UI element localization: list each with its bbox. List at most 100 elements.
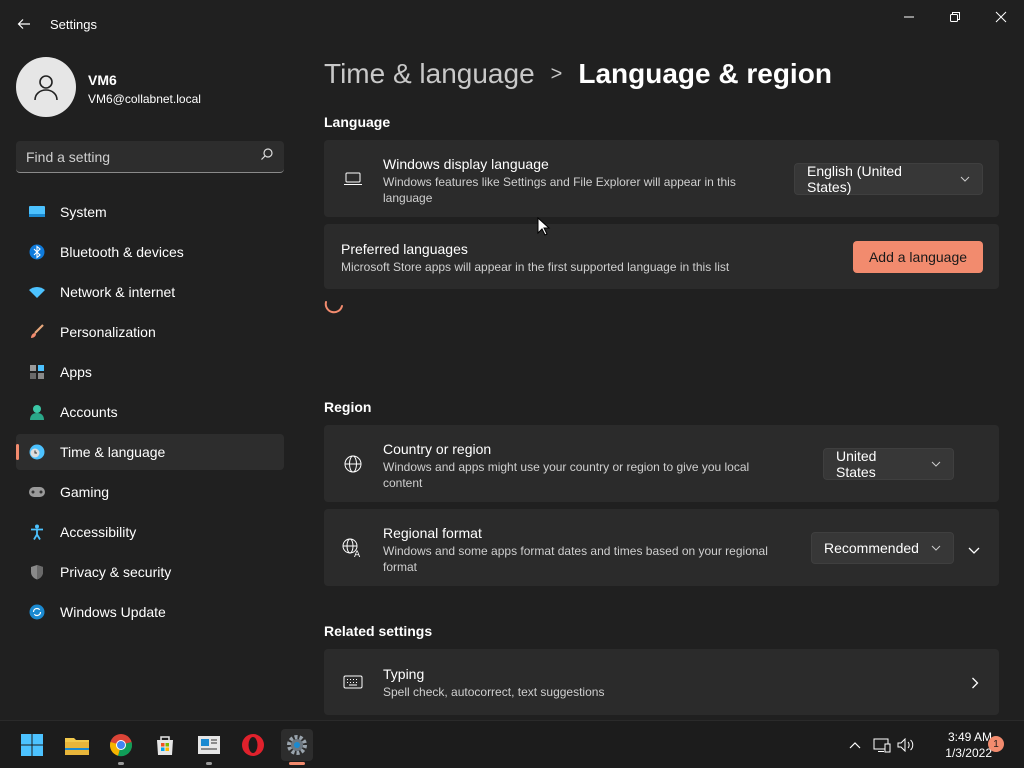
start-icon[interactable] [16,729,48,761]
sidebar-item-accessibility[interactable]: Accessibility [16,514,284,550]
running-indicator [118,762,124,765]
chevron-right-icon [971,676,979,694]
regional-format-card[interactable]: A Regional format Windows and some apps … [324,509,999,586]
sidebar-item-label: Accessibility [60,524,137,540]
update-icon [28,603,46,621]
typing-title: Typing [383,666,425,682]
chevron-down-icon [931,545,941,551]
sidebar-item-privacy[interactable]: Privacy & security [16,554,284,590]
keyboard-icon [342,671,364,693]
loading-spinner-icon [324,301,343,314]
wifi-icon [28,283,46,301]
system-icon [28,203,46,221]
sidebar-item-label: Network & internet [60,284,176,300]
avatar[interactable] [16,57,76,117]
sidebar-item-label: Accounts [60,404,118,420]
sidebar-item-system[interactable]: System [16,194,284,230]
chevron-down-icon [960,176,970,182]
sidebar-item-label: Apps [60,364,92,380]
search-input[interactable] [26,148,260,165]
taskbar: 3:49 AM 1/3/2022 [0,720,1024,768]
typing-description: Spell check, autocorrect, text suggestio… [383,685,605,699]
title-bar: Settings [0,0,1024,48]
opera-icon[interactable] [237,729,269,761]
sidebar-item-personalization[interactable]: Personalization [16,314,284,350]
sidebar-item-apps[interactable]: Apps [16,354,284,390]
chevron-up-icon[interactable] [845,735,865,755]
display-language-card: Windows display language Windows feature… [324,140,999,217]
search-box[interactable] [16,141,284,173]
sidebar-item-bluetooth[interactable]: Bluetooth & devices [16,234,284,270]
sidebar-item-label: Gaming [60,484,110,500]
mouse-cursor-icon [537,217,551,236]
display-language-title: Windows display language [383,156,549,172]
sidebar-item-label: Windows Update [60,604,166,620]
typing-card[interactable]: Typing Spell check, autocorrect, text su… [324,649,999,715]
apps-icon [28,363,46,381]
shield-icon [28,563,46,581]
section-title-region: Region [324,399,372,415]
person-icon [34,75,58,101]
store-icon[interactable] [149,729,181,761]
add-language-button[interactable]: Add a language [853,241,983,273]
clock-time: 3:49 AM [947,730,992,744]
clock-date: 1/3/2022 [945,746,992,760]
regional-format-value: Recommended [824,540,919,556]
active-indicator [289,762,305,765]
bluetooth-icon [28,243,46,261]
sidebar-item-label: Time & language [60,444,166,460]
chrome-icon[interactable] [105,729,137,765]
sidebar-item-time-language[interactable]: Time & language [16,434,284,470]
regional-format-dropdown[interactable]: Recommended [811,532,954,564]
clock-globe-icon [28,443,46,461]
preferred-languages-title: Preferred languages [341,241,468,257]
notification-badge[interactable]: 1 [988,736,1004,752]
expand-chevron-icon[interactable] [968,542,980,560]
display-language-dropdown[interactable]: English (United States) [794,163,983,195]
breadcrumb-parent[interactable]: Time & language [324,58,535,90]
brush-icon [28,323,46,341]
display-language-value: English (United States) [807,163,902,195]
news-icon[interactable] [193,729,225,765]
close-icon[interactable] [990,8,1012,26]
volume-icon[interactable] [896,735,916,755]
profile-name: VM6 [88,72,117,88]
sidebar-item-label: Personalization [60,324,156,340]
regional-format-description: Windows and some apps format dates and t… [383,544,768,574]
chevron-down-icon [931,461,941,467]
sidebar-item-gaming[interactable]: Gaming [16,474,284,510]
file-explorer-icon[interactable] [61,729,93,761]
section-title-related: Related settings [324,623,433,639]
country-region-description: Windows and apps might use your country … [383,460,750,490]
person-icon [28,403,46,421]
sidebar-item-label: System [60,204,107,220]
page-title: Language & region [578,58,832,89]
restore-icon[interactable] [944,8,966,26]
minimize-icon[interactable] [898,8,920,26]
country-region-dropdown[interactable]: United States [823,448,954,480]
sidebar-item-accounts[interactable]: Accounts [16,394,284,430]
sidebar-nav: System Bluetooth & devices Network & int… [16,194,284,634]
search-icon[interactable] [260,147,274,166]
gamepad-icon [28,483,46,501]
app-title: Settings [50,17,97,32]
sidebar-item-label: Bluetooth & devices [60,244,184,260]
country-region-title: Country or region [383,441,492,457]
accessibility-icon [28,523,46,541]
section-title-language: Language [324,114,391,130]
clock[interactable]: 3:49 AM 1/3/2022 [920,729,992,761]
laptop-icon [342,168,364,190]
preferred-languages-card: Preferred languages Microsoft Store apps… [324,224,999,289]
breadcrumb-separator: > [550,62,563,85]
back-arrow-icon[interactable] [12,12,36,36]
sidebar-item-network[interactable]: Network & internet [16,274,284,310]
settings-icon[interactable] [281,729,313,765]
display-language-description: Windows features like Settings and File … [383,175,736,205]
sidebar-item-label: Privacy & security [60,564,172,580]
sidebar-item-windows-update[interactable]: Windows Update [16,594,284,630]
profile-email: VM6@collabnet.local [88,92,201,106]
globe-icon [342,453,364,475]
network-icon[interactable] [872,735,892,755]
preferred-languages-description: Microsoft Store apps will appear in the … [341,260,730,274]
svg-text:A: A [354,550,361,558]
